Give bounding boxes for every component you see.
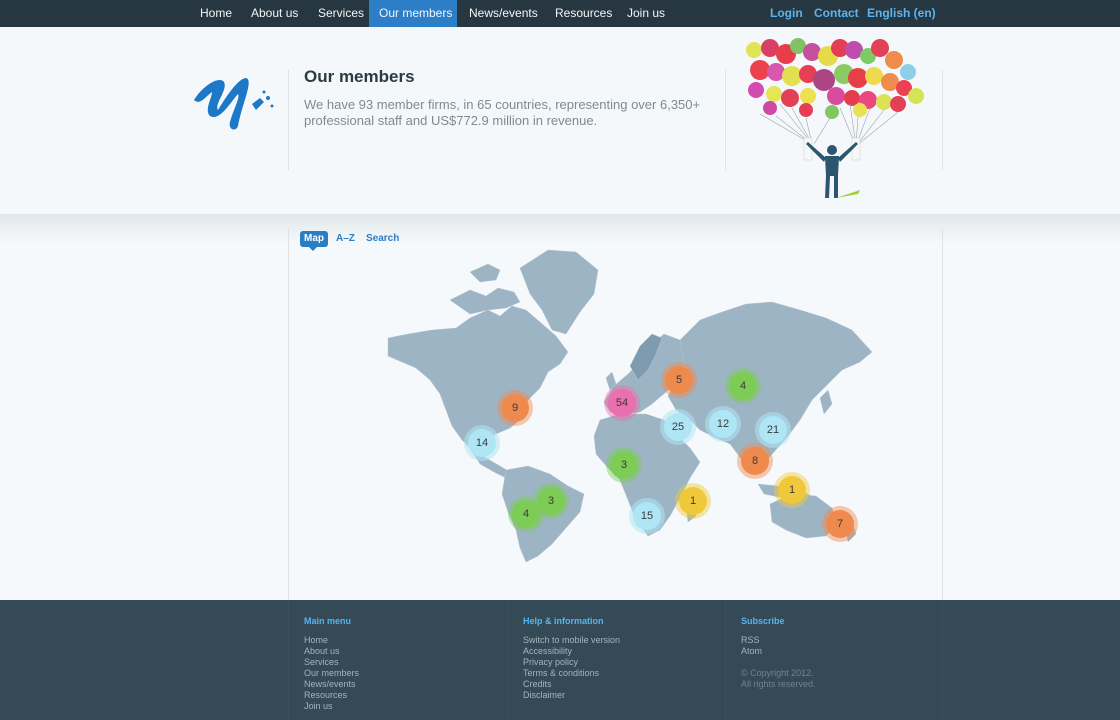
- footer-link-terms[interactable]: Terms & conditions: [523, 668, 620, 679]
- footer-main-menu: Main menu Home About us Services Our mem…: [304, 616, 359, 712]
- map-marker[interactable]: 5: [665, 366, 693, 394]
- map-marker[interactable]: 4: [512, 500, 540, 528]
- footer-link-disclaimer[interactable]: Disclaimer: [523, 690, 620, 701]
- map-marker[interactable]: 14: [468, 429, 496, 457]
- map-marker[interactable]: 9: [501, 394, 529, 422]
- map-marker[interactable]: 54: [608, 389, 636, 417]
- map-marker[interactable]: 8: [741, 447, 769, 475]
- copyright-text: © Copyright 2012.: [741, 668, 814, 678]
- footer-heading-main-menu: Main menu: [304, 616, 352, 626]
- map-marker[interactable]: 21: [759, 416, 787, 444]
- footer-link-news-events[interactable]: News/events: [304, 679, 359, 690]
- map-marker[interactable]: 15: [633, 502, 661, 530]
- map-marker[interactable]: 7: [826, 510, 854, 538]
- footer-link-home[interactable]: Home: [304, 635, 359, 646]
- japan-shape: [819, 389, 833, 415]
- footer-heading-help: Help & information: [523, 616, 604, 626]
- footer-link-atom[interactable]: Atom: [741, 646, 816, 657]
- footer-divider: [725, 600, 726, 720]
- map-marker[interactable]: 1: [679, 487, 707, 515]
- arctic-islands-shape: [469, 263, 501, 283]
- footer-link-services[interactable]: Services: [304, 657, 359, 668]
- footer-link-privacy-policy[interactable]: Privacy policy: [523, 657, 620, 668]
- footer-link-about-us[interactable]: About us: [304, 646, 359, 657]
- map-marker[interactable]: 1: [778, 476, 806, 504]
- footer-heading-subscribe: Subscribe: [741, 616, 785, 626]
- footer-divider: [288, 600, 289, 720]
- north-america-shape: [387, 305, 569, 449]
- footer-divider: [942, 600, 943, 720]
- map-marker[interactable]: 12: [709, 410, 737, 438]
- footer-link-accessibility[interactable]: Accessibility: [523, 646, 620, 657]
- map-marker[interactable]: 25: [664, 413, 692, 441]
- footer-divider: [507, 600, 508, 720]
- footer-link-our-members[interactable]: Our members: [304, 668, 359, 679]
- map-marker[interactable]: 3: [537, 487, 565, 515]
- map-marker[interactable]: 4: [729, 372, 757, 400]
- footer-link-mobile-version[interactable]: Switch to mobile version: [523, 635, 620, 646]
- footer-help: Help & information Switch to mobile vers…: [523, 616, 620, 701]
- footer-subscribe: Subscribe RSS Atom © Copyright 2012. All…: [741, 616, 816, 690]
- map-marker[interactable]: 3: [610, 451, 638, 479]
- footer-link-resources[interactable]: Resources: [304, 690, 359, 701]
- footer-link-credits[interactable]: Credits: [523, 679, 620, 690]
- footer-link-join-us[interactable]: Join us: [304, 701, 359, 712]
- rights-text: All rights reserved.: [741, 679, 816, 689]
- footer-link-rss[interactable]: RSS: [741, 635, 816, 646]
- asia-shape: [667, 301, 873, 471]
